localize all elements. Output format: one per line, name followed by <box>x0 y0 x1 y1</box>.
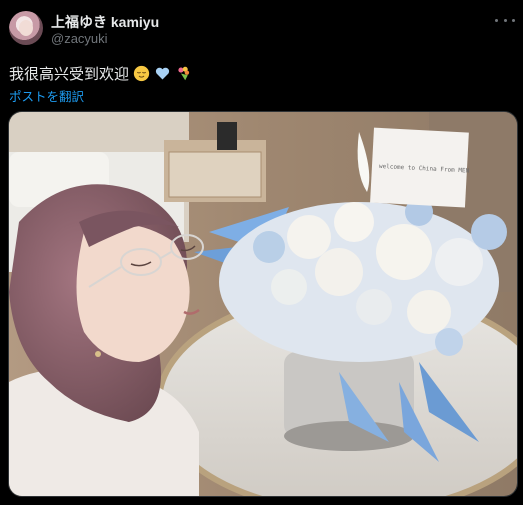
post-media-image[interactable]: welcome to China From MEN <box>8 111 518 497</box>
author-handle[interactable]: @zacyuki <box>51 31 108 46</box>
author-display-name[interactable]: 上福ゆき kamiyu <box>51 12 159 32</box>
post-text-body: 我很高兴受到欢迎 <box>9 66 130 83</box>
more-options-icon[interactable] <box>495 12 515 28</box>
post-text: 我很高兴受到欢迎 <box>9 63 192 84</box>
relieved-face-emoji <box>133 65 150 82</box>
avatar[interactable] <box>9 11 43 45</box>
bouquet-emoji <box>178 66 190 81</box>
author-name-row: 上福ゆき kamiyu <box>51 12 159 32</box>
translate-post-link[interactable]: ポストを翻訳 <box>9 86 84 105</box>
photo: welcome to China From MEN <box>9 112 517 496</box>
light-blue-heart-emoji <box>155 67 170 80</box>
